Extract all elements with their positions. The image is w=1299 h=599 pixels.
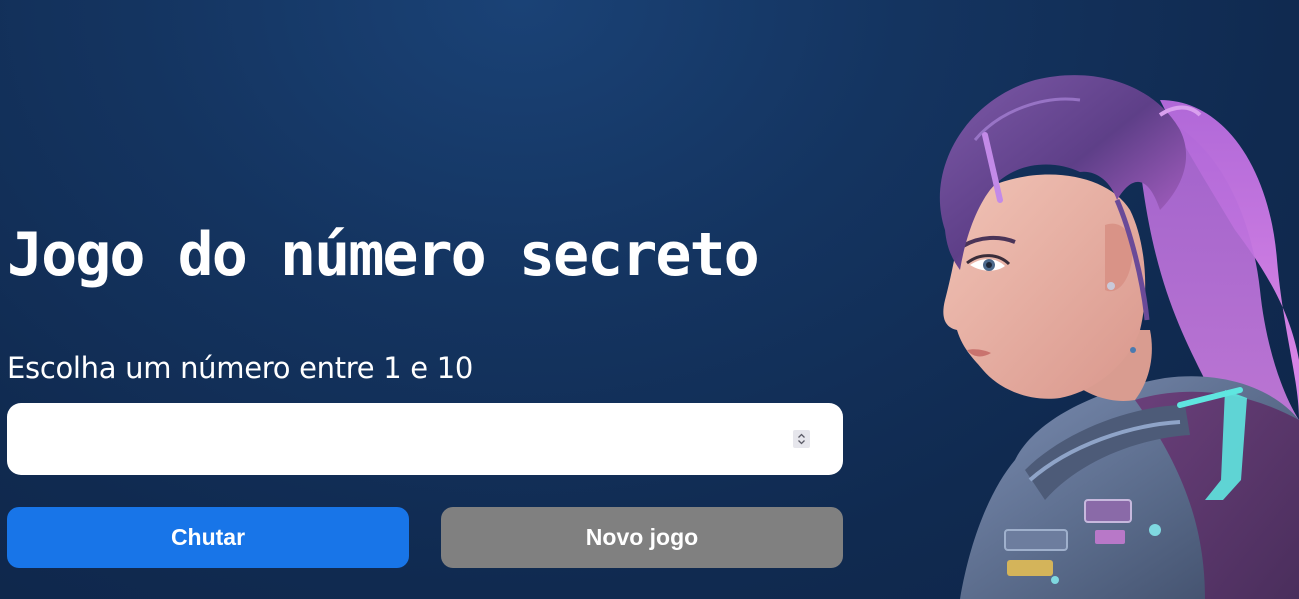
astronaut-girl-illustration (939, 75, 1299, 599)
new-game-button[interactable]: Novo jogo (441, 507, 843, 568)
guess-field[interactable] (7, 403, 843, 475)
instruction-text: Escolha um número entre 1 e 10 (7, 351, 474, 385)
page-title: Jogo do número secreto (7, 220, 760, 290)
game-container: Jogo do número secreto Escolha um número… (7, 0, 843, 599)
guess-input[interactable] (7, 403, 767, 475)
number-spinner[interactable] (793, 430, 810, 448)
chevron-up-down-icon (798, 433, 805, 445)
guess-button[interactable]: Chutar (7, 507, 409, 568)
